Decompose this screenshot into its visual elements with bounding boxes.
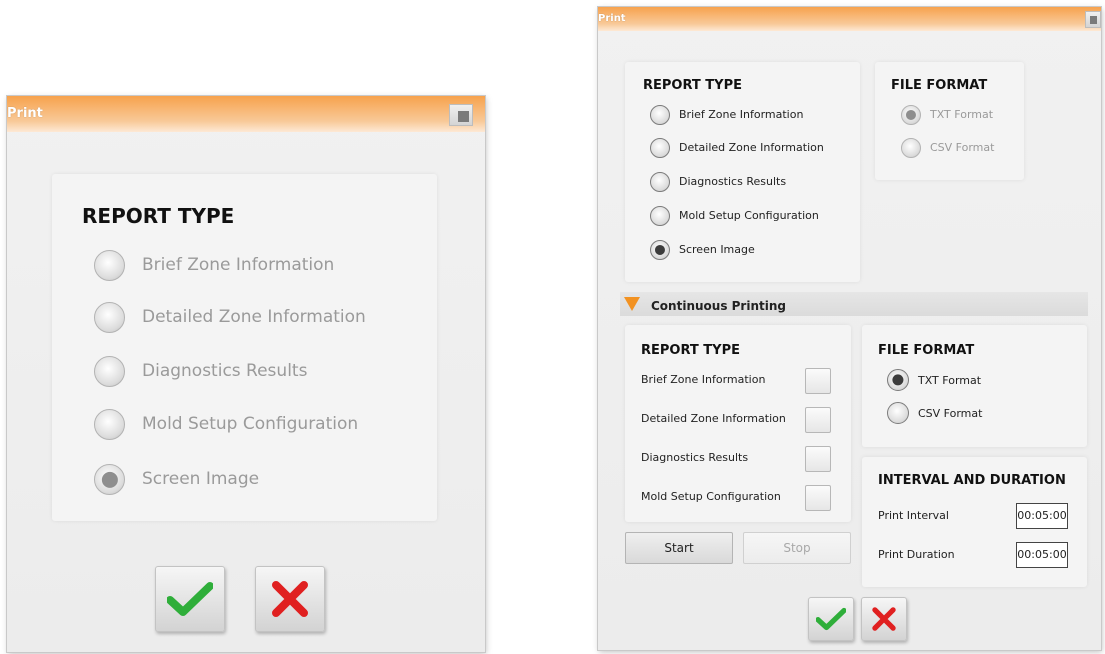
continuous-report-type-panel: REPORT TYPE Brief Zone Information Detai…: [625, 325, 851, 522]
radio-label: Screen Image: [679, 243, 755, 256]
checkbox-label: Mold Setup Configuration: [641, 490, 781, 503]
print-duration-label: Print Duration: [878, 548, 955, 561]
continuous-file-format-panel: FILE FORMAT TXT Format CSV Format: [862, 325, 1087, 447]
radio-indicator[interactable]: [887, 402, 909, 424]
dialog-title: Print: [7, 106, 43, 121]
file-format-heading: FILE FORMAT: [878, 343, 975, 358]
radio-indicator[interactable]: [650, 172, 670, 192]
checkbox-label: Brief Zone Information: [641, 373, 766, 386]
report-type-heading: REPORT TYPE: [643, 78, 742, 93]
radio-indicator[interactable]: [94, 409, 125, 440]
radio-indicator[interactable]: [650, 240, 670, 260]
radio-indicator[interactable]: [650, 138, 670, 158]
radio-indicator[interactable]: [94, 250, 125, 281]
radio-label: Diagnostics Results: [142, 361, 308, 381]
print-interval-input[interactable]: 00:05:00: [1016, 503, 1068, 529]
file-format-panel: FILE FORMAT TXT Format CSV Format: [875, 62, 1024, 180]
radio-label: Brief Zone Information: [679, 108, 804, 121]
cancel-button[interactable]: [861, 597, 907, 641]
window-mode-icon[interactable]: [1085, 11, 1101, 28]
radio-label: Detailed Zone Information: [679, 141, 824, 154]
radio-indicator[interactable]: [650, 105, 670, 125]
radio-label: CSV Format: [918, 407, 983, 420]
interval-duration-panel: INTERVAL AND DURATION Print Interval 00:…: [862, 457, 1087, 587]
dialog-title: Print: [598, 13, 626, 24]
checkmark-icon: [816, 607, 846, 631]
radio-label: TXT Format: [918, 374, 982, 387]
checkbox[interactable]: [805, 446, 831, 472]
radio-label: Screen Image: [142, 469, 260, 489]
radio-label: CSV Format: [930, 141, 995, 154]
report-type-heading: REPORT TYPE: [82, 204, 235, 228]
radio-label: TXT Format: [930, 108, 994, 121]
checkbox-label: Detailed Zone Information: [641, 412, 786, 425]
checkbox[interactable]: [805, 407, 831, 433]
radio-label: Diagnostics Results: [679, 175, 787, 188]
report-type-panel: REPORT TYPE Brief Zone Information Detai…: [52, 174, 437, 521]
ok-button[interactable]: [155, 566, 225, 632]
radio-indicator[interactable]: [887, 369, 909, 391]
title-bar: Print: [7, 96, 485, 132]
radio-label: Mold Setup Configuration: [679, 209, 819, 222]
radio-label: Brief Zone Information: [142, 255, 335, 275]
title-bar: Print: [598, 7, 1101, 31]
print-duration-input[interactable]: 00:05:00: [1016, 542, 1068, 568]
radio-indicator[interactable]: [94, 302, 125, 333]
file-format-heading: FILE FORMAT: [891, 78, 988, 93]
continuous-printing-label: Continuous Printing: [651, 299, 786, 313]
radio-label: Detailed Zone Information: [142, 307, 366, 327]
stop-button[interactable]: Stop: [743, 532, 851, 564]
radio-indicator[interactable]: [901, 138, 921, 158]
print-interval-label: Print Interval: [878, 509, 949, 522]
report-type-heading: REPORT TYPE: [641, 343, 740, 358]
close-x-icon: [872, 607, 896, 631]
checkmark-icon: [167, 582, 213, 616]
print-dialog-full: Print REPORT TYPE Brief Zone Information…: [598, 7, 1101, 650]
close-x-icon: [272, 581, 308, 617]
radio-indicator[interactable]: [901, 105, 921, 125]
continuous-printing-header[interactable]: Continuous Printing: [620, 292, 1088, 316]
radio-indicator[interactable]: [94, 356, 125, 387]
start-button[interactable]: Start: [625, 532, 733, 564]
cancel-button[interactable]: [255, 566, 325, 632]
window-mode-icon[interactable]: [449, 104, 473, 126]
start-button-label: Start: [664, 541, 694, 555]
triangle-down-icon: [624, 297, 640, 311]
stop-button-label: Stop: [783, 541, 811, 555]
interval-duration-heading: INTERVAL AND DURATION: [878, 473, 1066, 488]
radio-label: Mold Setup Configuration: [142, 414, 359, 434]
checkbox[interactable]: [805, 368, 831, 394]
checkbox-label: Diagnostics Results: [641, 451, 749, 464]
report-type-panel: REPORT TYPE Brief Zone Information Detai…: [625, 62, 860, 282]
ok-button[interactable]: [808, 597, 854, 641]
print-dialog-simple: Print REPORT TYPE Brief Zone Information…: [7, 96, 485, 652]
radio-indicator[interactable]: [94, 464, 125, 495]
checkbox[interactable]: [805, 485, 831, 511]
radio-indicator[interactable]: [650, 206, 670, 226]
